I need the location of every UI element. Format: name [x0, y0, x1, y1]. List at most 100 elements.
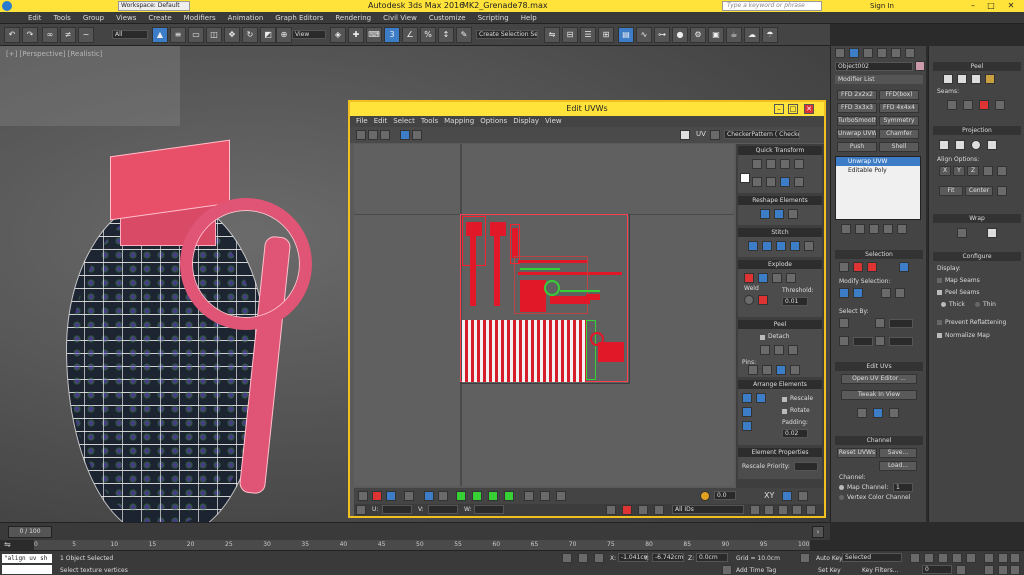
layer-manager-icon[interactable]: ☰ — [580, 27, 596, 43]
uv-lock-selected-icon[interactable] — [606, 505, 616, 515]
curve-editor-icon[interactable]: ∿ — [636, 27, 652, 43]
search-input[interactable]: Type a keyword or phrase — [722, 1, 822, 11]
align-vertical-icon[interactable] — [766, 159, 776, 169]
pivot-center-icon[interactable]: ◈ — [330, 27, 346, 43]
reshape-elements-header[interactable]: Reshape Elements — [738, 196, 822, 205]
best-align-icon[interactable] — [983, 166, 993, 176]
rotate-ccw-icon[interactable] — [780, 159, 790, 169]
uv-maximize-icon[interactable]: □ — [788, 104, 798, 114]
edit-seams-icon[interactable] — [947, 100, 957, 110]
zoom-icon[interactable] — [984, 553, 994, 563]
zoom-extents-icon[interactable] — [1010, 553, 1020, 563]
align-x-button[interactable]: X — [939, 166, 951, 176]
quick-planar-icon[interactable] — [857, 408, 867, 418]
sel-element-icon[interactable] — [899, 262, 909, 272]
pelt-map-icon[interactable] — [774, 345, 784, 355]
uv-rotate-icon[interactable] — [368, 130, 378, 140]
stitch-average-icon[interactable] — [762, 241, 772, 251]
sel-edge-icon[interactable] — [853, 262, 863, 272]
uv-freeze-icon[interactable] — [638, 505, 648, 515]
select-by-element-icon[interactable] — [839, 318, 849, 328]
edit-uvs-header[interactable]: Edit UVs — [835, 362, 923, 371]
window-crossing-icon[interactable]: ◫ — [206, 27, 222, 43]
fit-button[interactable]: Fit — [939, 186, 963, 196]
align-icon[interactable]: ⊟ — [562, 27, 578, 43]
maximize-icon[interactable]: □ — [984, 1, 998, 11]
maxscript-listener-input[interactable]: "align uv sh — [2, 554, 52, 563]
key-filters-button[interactable]: Key Filters... — [862, 567, 899, 574]
bind-space-warp-icon[interactable]: ~ — [78, 27, 94, 43]
box-map-icon[interactable] — [955, 140, 965, 150]
menu-create[interactable]: Create — [148, 12, 171, 24]
ffd-4x4x4-button[interactable]: FFD 4x4x4 — [879, 103, 919, 113]
goto-end-icon[interactable] — [966, 553, 976, 563]
align-z-button[interactable]: Z — [967, 166, 979, 176]
cylindrical-map-icon[interactable] — [987, 140, 997, 150]
uv-show-map-icon[interactable] — [680, 130, 690, 140]
render-iterative-icon[interactable]: ☁ — [744, 27, 760, 43]
edge-mode-icon[interactable] — [372, 491, 382, 501]
prevent-reflattening-checkbox[interactable]: Prevent Reflattening — [937, 319, 1006, 326]
rotate-icon[interactable]: ↻ — [242, 27, 258, 43]
uv-menu-tools[interactable]: Tools — [421, 116, 438, 127]
relax-icon[interactable] — [774, 209, 784, 219]
mini-curve-editor-icon[interactable]: ⇋ — [4, 540, 28, 550]
uv-shell-body-seam[interactable] — [586, 320, 596, 380]
loop-select-icon[interactable] — [881, 288, 891, 298]
scale-icon[interactable]: ◩ — [260, 27, 276, 43]
save-button[interactable]: Save... — [879, 448, 917, 458]
flip-horizontal-icon[interactable] — [780, 177, 790, 187]
explode-settings-icon[interactable] — [786, 273, 796, 283]
uv-shell-bottom[interactable] — [598, 342, 624, 362]
flatten-icon[interactable] — [772, 273, 782, 283]
auto-key-button[interactable]: Auto Key — [816, 555, 843, 562]
uv-zoom-icon[interactable] — [764, 505, 774, 515]
uv-move-icon[interactable] — [356, 130, 366, 140]
peel-seams-checkbox[interactable]: Peel Seams — [937, 289, 980, 296]
angle-snap-icon[interactable]: ∠ — [402, 27, 418, 43]
rotate-checkbox[interactable] — [782, 409, 787, 414]
ignore-backfacing-icon[interactable] — [875, 318, 885, 328]
shrink-icon[interactable] — [853, 288, 863, 298]
selection-header[interactable]: Selection — [835, 250, 923, 259]
map-seams-checkbox[interactable]: Map Seams — [937, 277, 980, 284]
selection-filter-select[interactable]: All — [112, 30, 148, 39]
menu-animation[interactable]: Animation — [228, 12, 264, 24]
select-by-material-icon[interactable] — [875, 336, 885, 346]
material-editor-icon[interactable]: ● — [672, 27, 688, 43]
align-horizontal-icon[interactable] — [752, 159, 762, 169]
uv-shell-ring[interactable] — [544, 280, 560, 296]
ffd-2x2x2-button[interactable]: FFD 2x2x2 — [837, 90, 877, 100]
track-bar[interactable]: 0 5 10 15 20 25 30 35 40 45 50 55 60 65 70 75 80 85 90 95 10… — [34, 540, 810, 550]
uv-menu-display[interactable]: Display — [513, 116, 539, 127]
uv-shell-body[interactable] — [462, 320, 586, 382]
y-coord-field[interactable]: -6.742cm — [652, 553, 684, 562]
polygon-mode-icon[interactable] — [386, 491, 396, 501]
grow-icon[interactable] — [839, 288, 849, 298]
sign-in-link[interactable]: Sign In — [870, 0, 894, 12]
select-pins-icon[interactable] — [790, 365, 800, 375]
ids-select[interactable]: All IDs — [672, 505, 744, 514]
undo-icon[interactable]: ↶ — [4, 27, 20, 43]
soft-selection-icon[interactable] — [556, 491, 566, 501]
checker-pattern-select[interactable]: CheckerPattern ( Checker ) — [724, 130, 800, 139]
shell-button[interactable]: Shell — [879, 142, 919, 152]
quick-peel-icon[interactable] — [760, 345, 770, 355]
select-element-icon[interactable] — [404, 491, 414, 501]
reset-peel-ribbon-icon[interactable] — [971, 74, 981, 84]
grow-loop-icon[interactable] — [488, 491, 498, 501]
named-selection-select[interactable]: Create Selection Se — [476, 30, 538, 39]
field-of-view-icon[interactable] — [984, 565, 994, 575]
uv-window-titlebar[interactable]: Edit UVWs – □ ✕ — [350, 102, 824, 116]
set-key-button[interactable]: Set Key — [818, 567, 841, 574]
ffd-3x3x3-button[interactable]: FFD 3x3x3 — [837, 103, 877, 113]
menu-tools[interactable]: Tools — [54, 12, 71, 24]
modify-tab-icon[interactable] — [849, 48, 859, 58]
uv-zoom-region-icon[interactable] — [778, 505, 788, 515]
sel-polygon-icon[interactable] — [867, 262, 877, 272]
shrink-selection-icon[interactable] — [438, 491, 448, 501]
edge-sel-to-seams-icon[interactable] — [979, 100, 989, 110]
object-name-input[interactable]: Object002 — [835, 62, 913, 71]
point-to-point-seams-icon[interactable] — [963, 100, 973, 110]
time-slider-thumb[interactable]: 0 / 100 — [8, 526, 52, 538]
